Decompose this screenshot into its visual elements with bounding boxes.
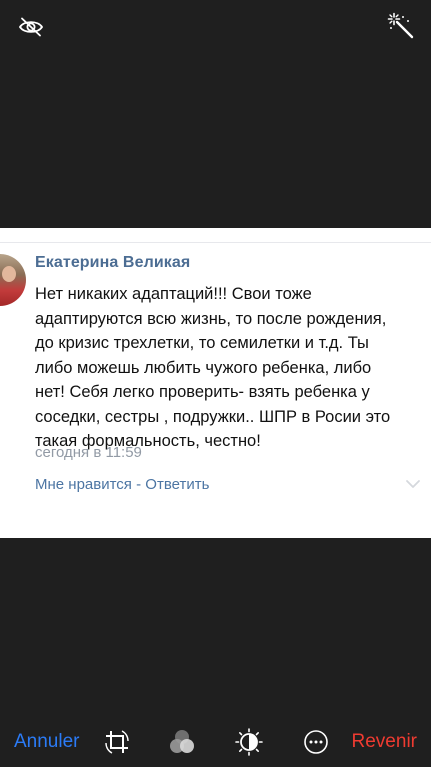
crop-rotate-button[interactable] [103,728,131,756]
like-link: Мне нравится [35,476,132,493]
photo-editor-screen: Екатерина Великая Нет никаких адаптаций!… [0,0,431,767]
reply-link: Ответить [145,476,210,493]
cancel-button[interactable]: Annuler [14,731,80,753]
crop-rotate-icon [105,730,129,754]
top-toolbar [0,0,431,56]
filters-icon [170,730,194,753]
filters-button[interactable] [168,728,196,756]
more-options-button[interactable] [302,728,330,756]
more-options-icon [304,730,328,754]
chevron-down-icon [406,480,420,488]
comment-timestamp: сегодня в 11:59 [35,444,142,461]
avatar [0,254,26,306]
adjust-light-button[interactable] [235,728,263,756]
divider [0,242,431,243]
author-name: Екатерина Великая [35,254,191,271]
hide-toggle-button[interactable] [16,12,46,42]
comment-actions: Мне нравится - Ответить [35,476,209,493]
action-separator: - [131,476,146,493]
comment-text: Нет никаких адаптаций!!! Свои тоже адапт… [35,285,391,450]
adjust-light-icon [235,728,263,756]
screenshot-photo[interactable]: Екатерина Великая Нет никаких адаптаций!… [0,228,431,538]
revert-button[interactable]: Revenir [352,731,417,753]
magic-wand-icon [387,12,414,39]
eye-slash-icon [18,17,44,37]
auto-enhance-button[interactable] [385,10,417,42]
bottom-toolbar: Annuler Revenir [0,722,431,762]
